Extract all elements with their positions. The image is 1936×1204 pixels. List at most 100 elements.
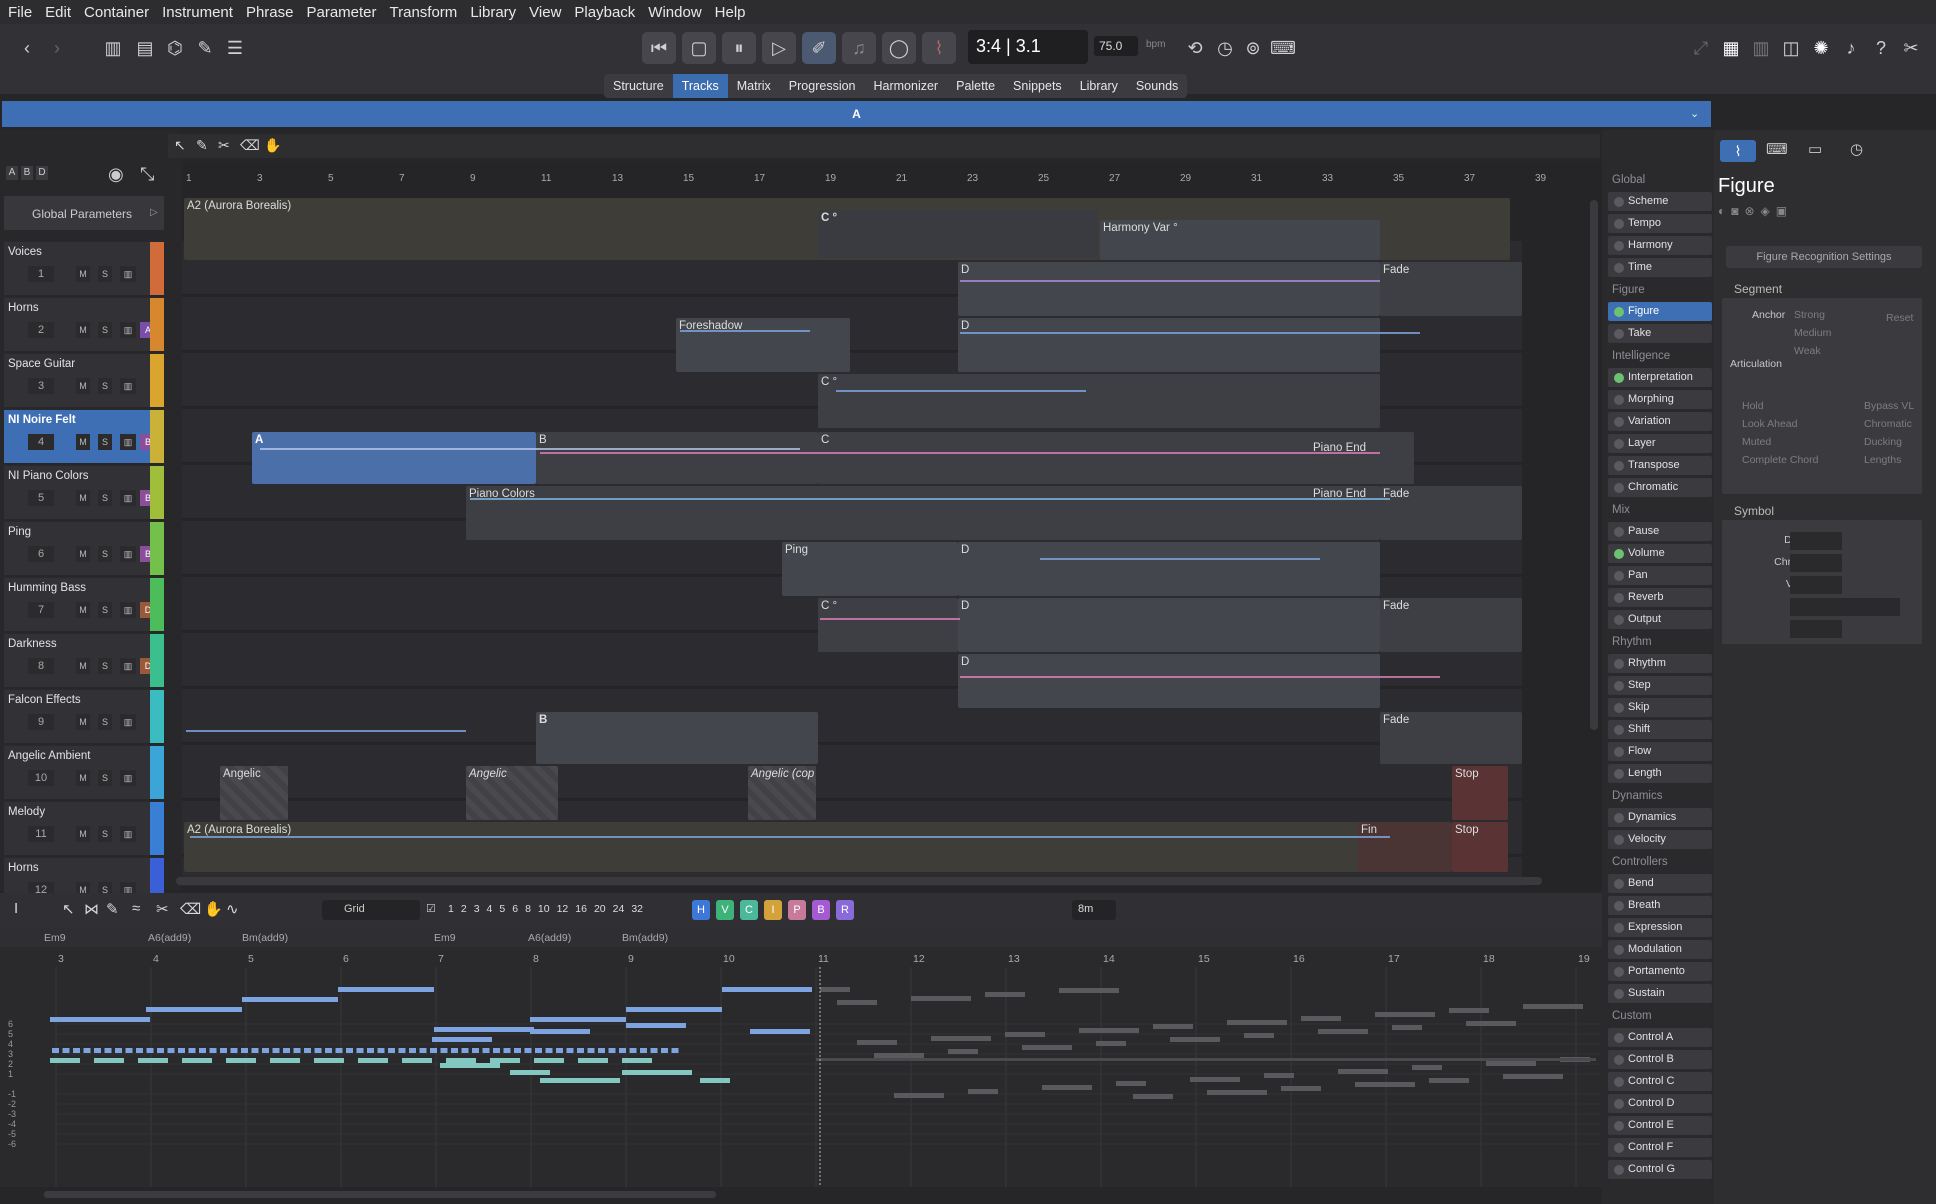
tab-harmonizer[interactable]: Harmonizer [865, 74, 948, 98]
note[interactable] [650, 1048, 658, 1053]
folder-icon[interactable]: ▭ [1808, 140, 1822, 158]
chromatic-checkbox[interactable]: Chromatic [1864, 418, 1912, 430]
bypass-checkbox[interactable]: Bypass VL [1864, 400, 1914, 412]
diatonic-field[interactable] [1790, 532, 1842, 550]
param-reverb[interactable]: Reverb [1608, 588, 1712, 607]
menu-help[interactable]: Help [715, 4, 746, 21]
clip[interactable]: B [536, 432, 818, 484]
harmony-chip-h[interactable]: H [692, 900, 710, 920]
instrument-icon[interactable]: ▥ [120, 378, 136, 394]
note[interactable] [356, 1048, 364, 1053]
grid-value[interactable]: 16 [575, 903, 587, 915]
section-mix[interactable]: Mix [1612, 504, 1630, 516]
note[interactable] [283, 1048, 290, 1053]
param-variation[interactable]: Variation [1608, 412, 1712, 431]
note[interactable] [430, 1048, 437, 1053]
section-dynamics[interactable]: Dynamics [1612, 790, 1662, 802]
harmony-chip-b[interactable]: B [812, 900, 830, 920]
note[interactable] [167, 1048, 175, 1053]
expand-icon[interactable]: ⤢ [1684, 32, 1718, 64]
graph-icon[interactable]: ⌇ [922, 32, 956, 64]
note[interactable] [262, 1048, 269, 1053]
horizontal-scrollbar[interactable] [176, 877, 1542, 885]
grid-value[interactable]: 3 [474, 903, 480, 915]
track-header[interactable]: Space Guitar 3 M S ▥ [4, 353, 164, 407]
param-interpretation[interactable]: Interpretation [1608, 368, 1712, 387]
play-button[interactable]: ▷ [762, 32, 796, 64]
note[interactable] [388, 1048, 395, 1053]
clip[interactable]: Stop [1452, 766, 1508, 820]
mute-button[interactable]: M [76, 322, 90, 338]
note[interactable] [377, 1048, 385, 1053]
clip[interactable]: Fade [1380, 598, 1522, 652]
param-pan[interactable]: Pan [1608, 566, 1712, 585]
note[interactable] [440, 1048, 448, 1053]
track-header[interactable]: Angelic Ambient 10 M S ▥ [4, 745, 164, 799]
eraser-icon[interactable]: ⌫ [240, 137, 260, 154]
note[interactable] [587, 1048, 595, 1053]
tempo-field[interactable]: 75.0 [1094, 36, 1138, 56]
note[interactable] [94, 1048, 101, 1053]
track-header[interactable]: Horns 12 M S ▥ [4, 857, 164, 898]
clip[interactable]: Fin [1358, 822, 1452, 872]
track-header[interactable]: Voices 1 M S ▥ [4, 241, 164, 295]
note[interactable] [241, 1048, 248, 1053]
menu-file[interactable]: File [8, 4, 32, 21]
disclosure-icon[interactable]: ▷ [150, 207, 158, 218]
hand-icon[interactable]: ✋ [204, 900, 223, 918]
param-figure[interactable]: Figure [1608, 302, 1712, 321]
metronome-icon[interactable]: ⊚ [1236, 32, 1270, 64]
clip[interactable]: D [958, 262, 1380, 316]
palette-icon[interactable]: ✺ [1804, 32, 1838, 64]
solo-button[interactable]: S [98, 714, 112, 730]
scene-toggle-b[interactable]: B [21, 166, 33, 180]
param-control-a[interactable]: Control A [1608, 1028, 1712, 1047]
muted-checkbox[interactable]: Muted [1742, 436, 1771, 448]
vertical-scrollbar[interactable] [1590, 200, 1598, 730]
reset-button[interactable]: Reset [1886, 312, 1913, 324]
track-header[interactable]: Horns 2 M S ▥ A [4, 297, 164, 351]
note[interactable] [451, 1048, 458, 1053]
note[interactable] [482, 1048, 490, 1053]
param-pause[interactable]: Pause [1608, 522, 1712, 541]
instrument-icon[interactable]: ▥ [120, 826, 136, 842]
solo-button[interactable]: S [98, 322, 112, 338]
eraser-icon[interactable]: ⌫ [180, 900, 201, 918]
collapse-icon[interactable]: ⤡ [140, 164, 154, 185]
param-bend[interactable]: Bend [1608, 874, 1712, 893]
note[interactable] [188, 1048, 196, 1053]
param-portamento[interactable]: Portamento [1608, 962, 1712, 981]
menu-phrase[interactable]: Phrase [246, 4, 294, 21]
section-rhythm[interactable]: Rhythm [1612, 636, 1652, 648]
pointer-icon[interactable]: ↖ [174, 137, 186, 154]
note[interactable] [314, 1048, 322, 1053]
note[interactable] [50, 1058, 80, 1063]
mute-button[interactable]: M [76, 770, 90, 786]
param-output[interactable]: Output [1608, 610, 1712, 629]
pause-button[interactable]: ⏸ [722, 32, 756, 64]
harmony-chip-p[interactable]: P [788, 900, 806, 920]
menu-transform[interactable]: Transform [390, 4, 458, 21]
note[interactable] [157, 1048, 164, 1053]
anchor-strong[interactable]: Strong [1794, 309, 1825, 321]
length-field[interactable] [1790, 598, 1900, 616]
menu-view[interactable]: View [529, 4, 561, 21]
global-parameters[interactable]: Global Parameters [4, 196, 164, 230]
columns-icon[interactable]: ▥ [1744, 32, 1778, 64]
tab-snippets[interactable]: Snippets [1004, 74, 1071, 98]
clip[interactable]: Fade [1380, 712, 1522, 764]
track-header[interactable]: Ping 6 M S ▥ B [4, 521, 164, 575]
record-button[interactable]: ◯ [882, 32, 916, 64]
tab-structure[interactable]: Structure [604, 74, 673, 98]
grid-value[interactable]: 20 [594, 903, 606, 915]
mute-button[interactable]: M [76, 658, 90, 674]
note[interactable] [146, 1007, 242, 1012]
note[interactable] [199, 1048, 206, 1053]
param-length[interactable]: Length [1608, 764, 1712, 783]
tab-progression[interactable]: Progression [780, 74, 865, 98]
pointer-icon[interactable]: ↖ [62, 900, 75, 918]
note[interactable] [432, 1037, 492, 1042]
param-expression[interactable]: Expression [1608, 918, 1712, 937]
note[interactable] [629, 1048, 637, 1053]
anchor-medium[interactable]: Medium [1794, 327, 1831, 339]
